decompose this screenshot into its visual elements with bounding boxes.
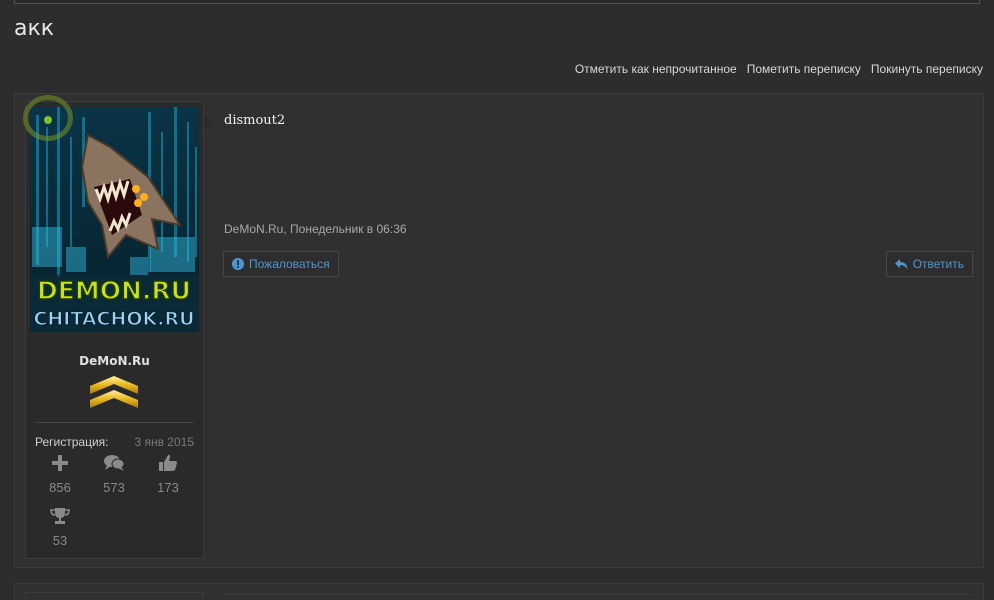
plus-icon	[40, 454, 80, 476]
reply-arrow-icon	[894, 258, 908, 269]
avatar[interactable]: DEMON.RU CHITACHOK.RU	[30, 107, 199, 332]
stat-likes[interactable]: 173	[148, 454, 188, 495]
stat-likes-value: 173	[157, 480, 179, 495]
rank-chevron-icon	[90, 376, 138, 408]
page-title: акк	[14, 16, 55, 41]
stat-messages[interactable]: 573	[94, 454, 134, 495]
warning-icon	[232, 258, 244, 270]
message-meta[interactable]: DeMoN.Ru, Понедельник в 06:36	[224, 222, 407, 236]
next-message-user-block	[25, 592, 204, 600]
avatar-text-chitachok: CHITACHOK.RU	[33, 308, 194, 330]
online-status-dot	[44, 116, 52, 124]
next-message-content	[222, 594, 973, 600]
reply-button-label: Ответить	[912, 257, 964, 271]
conversation-actions: Отметить как непрочитанное Пометить пере…	[575, 62, 983, 76]
top-panel-edge	[14, 0, 980, 4]
message-text: dismout2	[224, 113, 286, 128]
message: DEMON.RU CHITACHOK.RU DeMoN.Ru Регистрац…	[14, 93, 984, 568]
stat-trophies[interactable]: 53	[40, 507, 80, 548]
stat-trophies-value: 53	[52, 533, 68, 548]
avatar-text-demon: DEMON.RU	[37, 276, 191, 305]
registration-label: Регистрация:	[35, 435, 109, 449]
user-info-divider	[35, 422, 194, 423]
mark-unread-link[interactable]: Отметить как непрочитанное	[575, 62, 737, 76]
stat-messages-value: 573	[103, 480, 125, 495]
user-info-block: DEMON.RU CHITACHOK.RU DeMoN.Ru Регистрац…	[23, 95, 204, 559]
report-button[interactable]: Пожаловаться	[223, 251, 339, 277]
star-conversation-link[interactable]: Пометить переписку	[747, 62, 861, 76]
message-bubble-arrow	[204, 115, 213, 131]
next-message	[14, 583, 984, 600]
username[interactable]: DeMoN.Ru	[26, 354, 203, 368]
stat-points[interactable]: 856	[40, 454, 80, 495]
stat-points-value: 856	[49, 480, 71, 495]
reply-button[interactable]: Ответить	[885, 251, 973, 277]
thumbs-up-icon	[148, 454, 188, 476]
registration-row: Регистрация: 3 янв 2015	[35, 435, 194, 449]
leave-conversation-link[interactable]: Покинуть переписку	[871, 62, 983, 76]
trophy-icon	[40, 507, 80, 529]
registration-date: 3 янв 2015	[134, 435, 194, 449]
avatar-image: DEMON.RU CHITACHOK.RU	[30, 107, 199, 332]
report-button-label: Пожаловаться	[249, 257, 330, 271]
comments-icon	[94, 454, 134, 476]
